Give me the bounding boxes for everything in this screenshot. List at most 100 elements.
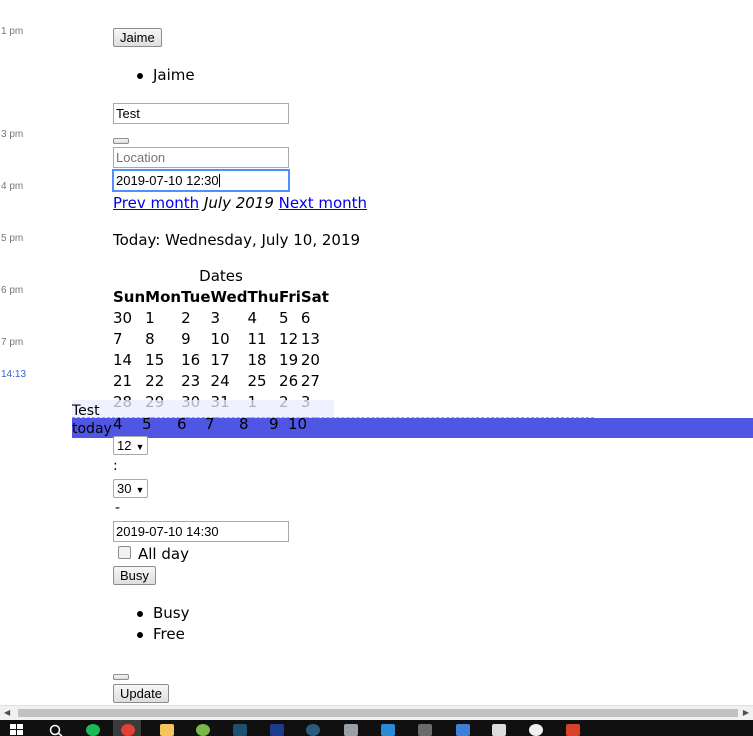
app-icon[interactable] bbox=[456, 724, 470, 736]
app-icon[interactable] bbox=[418, 724, 432, 736]
attendee-button[interactable]: Jaime bbox=[113, 28, 162, 47]
calendar-day[interactable]: 15 bbox=[145, 350, 181, 371]
calendar-day[interactable]: 23 bbox=[181, 371, 210, 392]
weekday-header-row: Sun Mon Tue Wed Thu Fri Sat bbox=[113, 287, 329, 308]
all-day-label: All day bbox=[138, 545, 189, 563]
end-datetime-input[interactable]: 2019-07-10 14:30 bbox=[113, 521, 289, 542]
weekday-fri: Fri bbox=[279, 288, 301, 306]
weekday-tue: Tue bbox=[181, 288, 211, 306]
minute-select-value: 30 bbox=[117, 481, 132, 496]
calendar-day[interactable]: 5 bbox=[142, 414, 152, 435]
chrome-icon[interactable] bbox=[121, 724, 135, 736]
calendar-day[interactable]: 6 bbox=[177, 414, 187, 435]
prev-month-link[interactable]: Prev month bbox=[113, 194, 199, 212]
folder-icon[interactable] bbox=[160, 724, 174, 736]
status-option-busy[interactable]: Busy bbox=[113, 603, 190, 624]
scrollbar-thumb[interactable] bbox=[18, 709, 738, 717]
range-dash: - bbox=[115, 500, 121, 516]
dropdown-arrow-icon: ▼ bbox=[135, 442, 145, 452]
today-text: Today: Wednesday, July 10, 2019 bbox=[113, 231, 361, 249]
calendar-day[interactable]: 6 bbox=[301, 308, 329, 329]
attendee-list: Jaime bbox=[113, 65, 195, 86]
calendar-day[interactable]: 10 bbox=[211, 329, 248, 350]
weekday-wed: Wed bbox=[210, 288, 248, 306]
calendar-day[interactable]: 9 bbox=[181, 329, 210, 350]
calendar-week-row: 14 15 16 17 18 19 20 bbox=[113, 350, 329, 371]
location-placeholder: Location bbox=[116, 150, 166, 165]
torrent-icon[interactable] bbox=[196, 724, 210, 736]
calendar-day[interactable]: 1 bbox=[145, 308, 181, 329]
hour-label-1pm: 1 pm bbox=[1, 26, 24, 37]
weekday-mon: Mon bbox=[145, 288, 182, 306]
calendar-day[interactable]: 19 bbox=[279, 350, 301, 371]
next-month-link[interactable]: Next month bbox=[279, 194, 367, 212]
spotify-icon[interactable] bbox=[86, 724, 100, 736]
calendar-day[interactable]: 9 bbox=[269, 414, 279, 435]
calendar-day[interactable]: 7 bbox=[113, 329, 145, 350]
minute-select[interactable]: 30 ▼ bbox=[113, 479, 149, 498]
scroll-left-arrow-icon[interactable]: ◀ bbox=[4, 708, 10, 717]
calendar-week-row: 7 8 9 10 11 12 13 bbox=[113, 329, 329, 350]
calendar-day[interactable]: 11 bbox=[247, 329, 279, 350]
text-caret bbox=[218, 174, 220, 187]
calendar-day[interactable]: 30 bbox=[113, 308, 145, 329]
start-datetime-input[interactable]: 2019-07-10 12:30 bbox=[113, 170, 289, 191]
event-highlight-band[interactable] bbox=[72, 418, 753, 438]
current-time-marker: 14:13 bbox=[1, 369, 27, 380]
calendar-day[interactable]: 10 bbox=[288, 414, 307, 435]
app-icon[interactable] bbox=[492, 724, 506, 736]
hour-label-6pm: 6 pm bbox=[1, 285, 24, 296]
all-day-checkbox[interactable] bbox=[118, 546, 131, 559]
calendar-day[interactable]: 22 bbox=[145, 371, 181, 392]
vscode-icon[interactable] bbox=[381, 724, 395, 736]
calendar-day[interactable]: 26 bbox=[279, 371, 301, 392]
busy-button[interactable]: Busy bbox=[113, 566, 156, 585]
search-icon[interactable] bbox=[49, 724, 63, 736]
calendar-day[interactable]: 24 bbox=[211, 371, 248, 392]
calendar-day[interactable]: 2 bbox=[181, 308, 210, 329]
app-icon[interactable] bbox=[233, 724, 247, 736]
calendar-day[interactable]: 14 bbox=[113, 350, 145, 371]
event-today-label: today bbox=[72, 421, 112, 437]
box-icon[interactable] bbox=[344, 724, 358, 736]
event-title-label: Test bbox=[72, 403, 100, 419]
calendar-day[interactable]: 3 bbox=[211, 308, 248, 329]
calendar-day[interactable]: 27 bbox=[301, 371, 329, 392]
calendar-day[interactable]: 4 bbox=[247, 308, 279, 329]
horizontal-scrollbar[interactable]: ◀ ▶ bbox=[0, 705, 753, 720]
small-button[interactable] bbox=[113, 138, 129, 144]
calendar-day[interactable]: 16 bbox=[181, 350, 210, 371]
app-icon[interactable] bbox=[529, 724, 543, 736]
update-button[interactable]: Update bbox=[113, 684, 169, 703]
calendar-day[interactable]: 17 bbox=[211, 350, 248, 371]
calendar-day[interactable]: 8 bbox=[145, 329, 181, 350]
status-option-free[interactable]: Free bbox=[113, 624, 190, 645]
app-icon[interactable] bbox=[566, 724, 580, 736]
end-datetime-value: 2019-07-10 14:30 bbox=[116, 524, 219, 539]
calendar-day[interactable]: 4 bbox=[113, 414, 123, 435]
location-input[interactable]: Location bbox=[113, 147, 289, 168]
calendar-day[interactable]: 20 bbox=[301, 350, 329, 371]
hour-label-5pm: 5 pm bbox=[1, 233, 24, 244]
calendar-day[interactable]: 8 bbox=[239, 414, 249, 435]
hour-label-7pm: 7 pm bbox=[1, 337, 24, 348]
windows-icon[interactable] bbox=[10, 724, 24, 736]
time-separator: : bbox=[113, 458, 118, 474]
calendar-day[interactable]: 7 bbox=[205, 414, 215, 435]
calendar-day[interactable]: 21 bbox=[113, 371, 145, 392]
hour-select[interactable]: 12 ▼ bbox=[113, 436, 149, 455]
current-month-label: July 2019 bbox=[203, 194, 274, 212]
hour-select-value: 12 bbox=[117, 438, 132, 453]
event-title-input[interactable]: Test bbox=[113, 103, 289, 124]
app-icon[interactable] bbox=[306, 724, 320, 736]
weekday-sat: Sat bbox=[300, 288, 329, 306]
calendar-day[interactable]: 5 bbox=[279, 308, 301, 329]
scroll-right-arrow-icon[interactable]: ▶ bbox=[743, 708, 749, 717]
photoshop-icon[interactable] bbox=[270, 724, 284, 736]
calendar-day[interactable]: 25 bbox=[247, 371, 279, 392]
small-button[interactable] bbox=[113, 674, 129, 680]
calendar-day[interactable]: 18 bbox=[247, 350, 279, 371]
calendar-day[interactable]: 12 bbox=[279, 329, 301, 350]
dropdown-arrow-icon: ▼ bbox=[135, 485, 145, 495]
calendar-day[interactable]: 13 bbox=[301, 329, 329, 350]
